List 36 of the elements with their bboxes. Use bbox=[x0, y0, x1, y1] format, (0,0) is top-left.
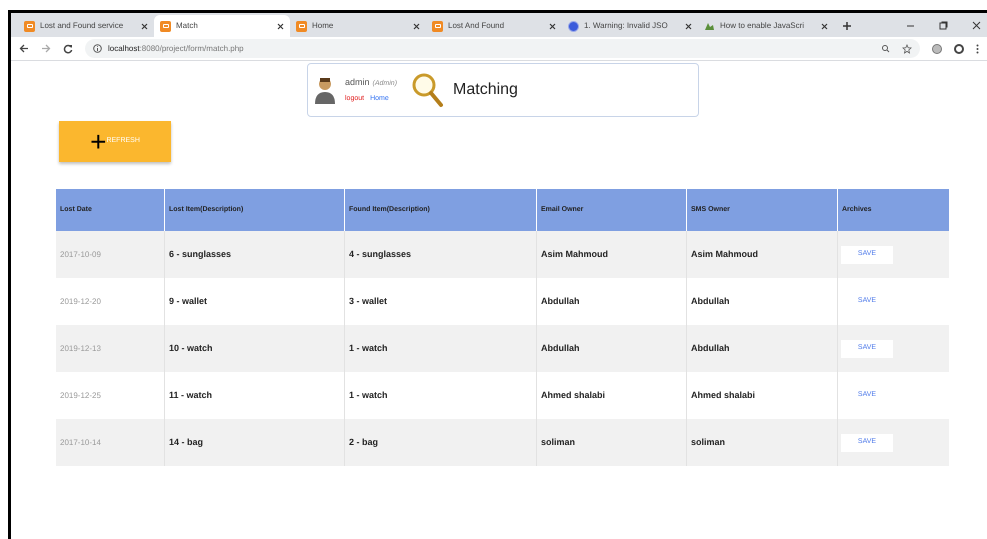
browser-tab[interactable]: Lost And Found bbox=[426, 15, 562, 37]
site-icon bbox=[432, 20, 443, 32]
close-icon[interactable] bbox=[821, 22, 828, 30]
table-cell: soliman bbox=[537, 419, 687, 466]
magnifier-icon bbox=[411, 72, 446, 108]
browser-tab[interactable]: Home bbox=[290, 15, 426, 37]
browser-tab[interactable]: How to enable JavaScri bbox=[698, 15, 834, 37]
close-icon[interactable] bbox=[685, 22, 692, 30]
browser-tab[interactable]: Match bbox=[154, 15, 290, 37]
table-cell: 2017-10-14 bbox=[56, 419, 165, 466]
table-cell: soliman bbox=[687, 419, 838, 466]
reload-icon[interactable] bbox=[63, 44, 73, 54]
restore-icon[interactable] bbox=[939, 21, 948, 30]
site-icon bbox=[296, 20, 307, 32]
site-icon bbox=[24, 20, 35, 32]
browser-tab[interactable]: 1. Warning: Invalid JSO bbox=[562, 15, 698, 37]
star-icon[interactable] bbox=[902, 44, 912, 54]
browser-tab[interactable]: Lost and Found service bbox=[18, 15, 154, 37]
close-icon[interactable] bbox=[141, 22, 148, 30]
close-icon[interactable] bbox=[277, 22, 284, 30]
table-cell: 2 - bag bbox=[345, 419, 537, 466]
new-tab-icon[interactable] bbox=[842, 21, 852, 31]
user-avatar-icon bbox=[313, 75, 337, 105]
menu-icon[interactable] bbox=[976, 44, 979, 54]
close-icon[interactable] bbox=[413, 22, 420, 30]
page-title: Matching bbox=[453, 80, 518, 100]
globe-icon bbox=[568, 20, 579, 32]
zoom-icon[interactable] bbox=[881, 44, 890, 53]
close-icon[interactable] bbox=[972, 21, 981, 30]
close-icon[interactable] bbox=[549, 22, 556, 30]
username: admin bbox=[345, 76, 370, 89]
address-bar[interactable]: localhost:8080/project/form/match.php bbox=[85, 39, 920, 58]
site-icon bbox=[160, 20, 171, 32]
back-icon[interactable] bbox=[19, 44, 29, 53]
info-icon bbox=[93, 44, 102, 53]
table-cell: 14 - bag bbox=[165, 419, 345, 466]
